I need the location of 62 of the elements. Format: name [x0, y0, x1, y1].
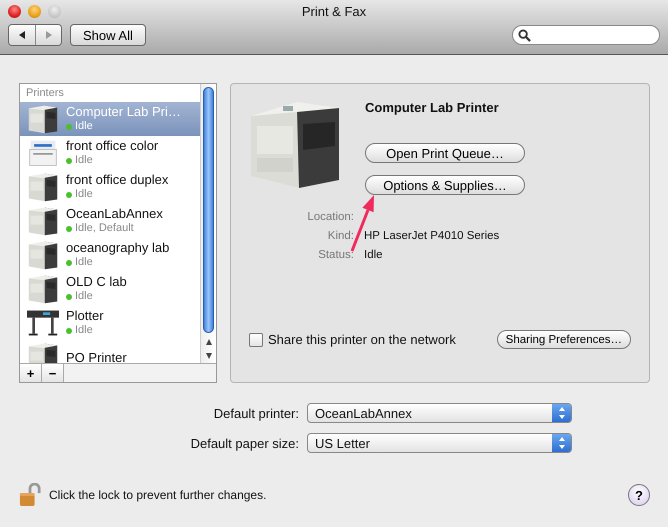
remove-button[interactable]: −: [42, 364, 64, 382]
field-label: Kind:: [326, 230, 354, 242]
status-dot: [66, 328, 72, 334]
help-button[interactable]: ?: [628, 484, 650, 506]
status-dot: [66, 158, 72, 164]
printer-status: Idle, Default: [75, 221, 134, 236]
printer-name: OceanLabAnnex: [66, 206, 163, 221]
back-arrow-icon: [17, 30, 27, 40]
popup-button[interactable]: OceanLabAnnex: [307, 403, 572, 423]
printer-list-item[interactable]: front office duplex Idle: [20, 170, 200, 204]
printer-list-item[interactable]: Plotter Idle: [20, 306, 200, 340]
action-button[interactable]: Options & Supplies…: [365, 175, 525, 195]
popup-label: Default paper size:: [190, 436, 299, 450]
printer-title: Computer Lab Printer: [365, 100, 500, 115]
printer-status: Idle: [75, 187, 93, 202]
printer-status: Idle: [75, 119, 93, 134]
scroll-up-icon[interactable]: [204, 338, 212, 346]
sharing-preferences-button[interactable]: Sharing Preferences…: [496, 330, 631, 349]
window-title: Print & Fax: [302, 4, 366, 18]
show-all-button[interactable]: Show All: [70, 24, 146, 46]
checkbox-label: Share this printer on the network: [268, 332, 456, 347]
printer-name: PO Printer: [66, 350, 127, 363]
printer-status: Idle: [75, 289, 93, 304]
printer-name: Plotter: [66, 308, 104, 323]
printer-name: Computer Lab Pri…: [66, 104, 181, 119]
status-dot: [66, 260, 72, 266]
lock-message: Click the lock to prevent further changes.: [49, 488, 266, 502]
padlock-icon[interactable]: [19, 483, 41, 507]
field-label: Status:: [317, 249, 354, 261]
scroll-bar[interactable]: [200, 84, 216, 363]
search-icon: [518, 28, 531, 42]
status-dot: [66, 226, 72, 232]
share-checkbox[interactable]: [249, 332, 263, 346]
search-field[interactable]: [512, 25, 660, 45]
printer-name: oceanography lab: [66, 240, 170, 255]
action-button[interactable]: Open Print Queue…: [365, 143, 525, 163]
stepper-arrows-icon: [558, 406, 566, 420]
printer-name: front office duplex: [66, 172, 168, 187]
back-button[interactable]: [9, 25, 35, 45]
close-button[interactable]: [8, 4, 21, 18]
forward-arrow-icon: [44, 30, 54, 40]
printer-name: front office color: [66, 138, 158, 153]
printer-status: Idle: [75, 323, 93, 338]
popup-button[interactable]: US Letter: [307, 433, 572, 453]
status-dot: [66, 192, 72, 198]
status-dot: [66, 294, 72, 300]
list-header: Printers: [25, 86, 65, 101]
printer-list-item[interactable]: OLD C lab Idle: [20, 272, 200, 306]
printer-status: Idle: [75, 255, 93, 270]
stepper-arrows-icon: [558, 436, 566, 450]
printer-status: Idle: [75, 153, 93, 168]
field-label: Location:: [306, 211, 354, 223]
printer-name: OLD C lab: [66, 274, 127, 289]
printer-list-item[interactable]: front office color Idle: [20, 136, 200, 170]
popup-label: Default printer:: [212, 406, 299, 420]
field-value: Idle: [364, 249, 384, 261]
field-value: HP LaserJet P4010 Series: [364, 230, 500, 242]
printer-list-item[interactable]: OceanLabAnnex Idle, Default: [20, 204, 200, 238]
scroll-down-icon[interactable]: [204, 352, 212, 360]
add-button[interactable]: +: [20, 364, 42, 382]
printer-list-item[interactable]: oceanography lab Idle: [20, 238, 200, 272]
status-dot: [66, 124, 72, 130]
